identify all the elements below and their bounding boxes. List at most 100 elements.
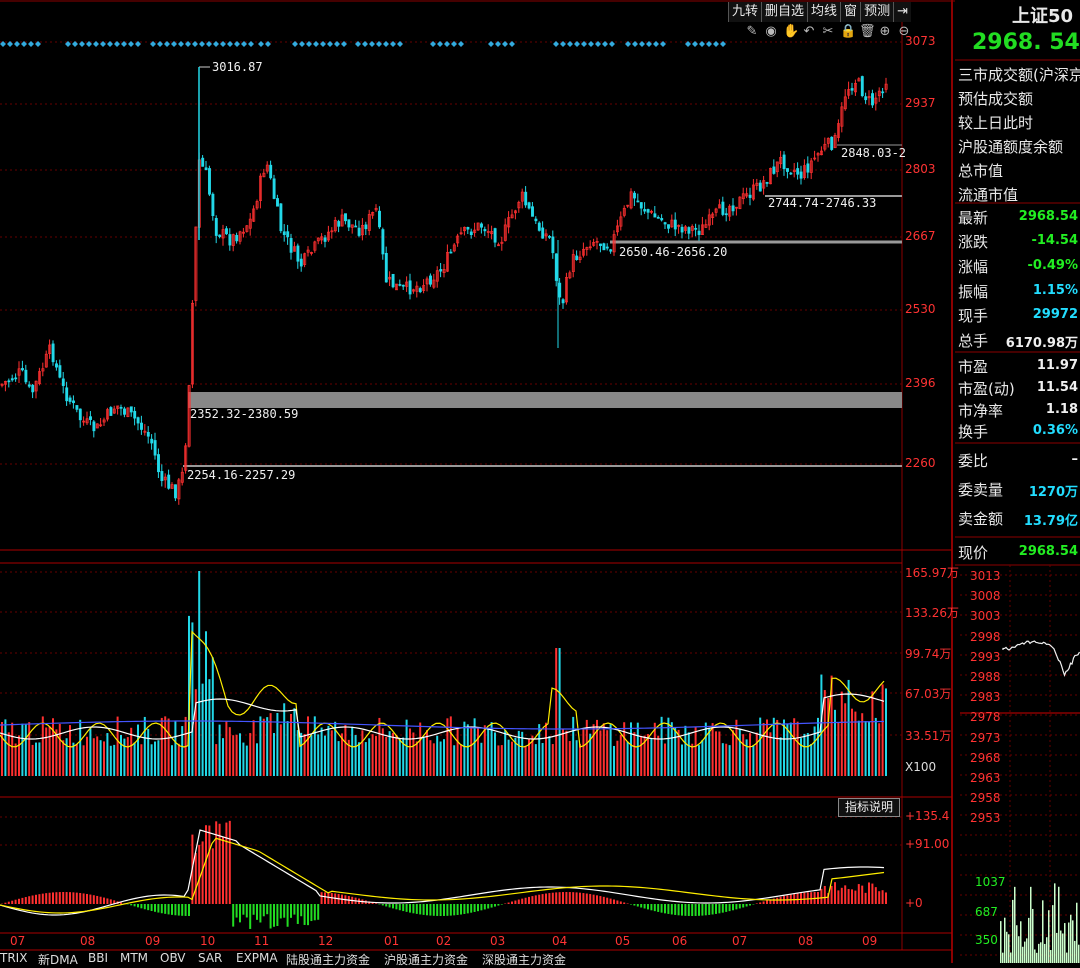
macd-bar — [718, 904, 720, 913]
volume-bar — [178, 744, 180, 776]
signal-diamond — [178, 41, 184, 47]
hand-icon[interactable]: ✋ — [783, 24, 797, 39]
macd-bar — [147, 904, 149, 910]
volume-bar — [202, 684, 204, 776]
toolbar-item[interactable]: 九转 — [728, 2, 761, 22]
volume-bar — [613, 746, 615, 776]
candle — [538, 223, 540, 230]
signal-diamond — [79, 41, 85, 47]
candle — [273, 179, 275, 199]
macd-bar — [633, 904, 635, 906]
volume-bar — [559, 648, 561, 776]
candle — [55, 364, 57, 367]
macd-bar — [589, 894, 591, 904]
volume-bar — [317, 734, 319, 776]
volume-bar — [657, 736, 659, 776]
mini-price-tick: 2968 — [970, 751, 1001, 765]
zoom-in-icon[interactable]: ⊕ — [878, 24, 892, 39]
mini-price-tick: 3003 — [970, 609, 1001, 623]
candle — [797, 168, 799, 174]
volume-bar — [21, 724, 23, 776]
volume-bar — [797, 722, 799, 776]
mini-volume-bar — [1008, 934, 1010, 963]
volume-bar — [72, 743, 74, 776]
toolbar-item[interactable]: 均线 — [807, 2, 840, 22]
macd-bar — [314, 904, 316, 920]
signal-diamond — [227, 41, 233, 47]
macd-bar — [671, 904, 673, 914]
trash-icon[interactable]: 🗑 — [859, 24, 873, 39]
quote-value: 1270万 — [1029, 481, 1078, 500]
quote-label: 市盈 — [958, 356, 988, 377]
candle — [525, 192, 527, 205]
volume-bar — [552, 744, 554, 776]
volume-bar — [854, 712, 856, 776]
eye-icon[interactable]: ◉ — [764, 24, 778, 39]
candle — [494, 229, 496, 243]
toolbar-item[interactable]: 删自选 — [761, 2, 807, 22]
candle — [644, 209, 646, 211]
toolbar-item[interactable]: 窗 — [840, 2, 860, 22]
volume-bar — [718, 732, 720, 776]
candle — [633, 193, 635, 198]
candle — [786, 168, 788, 171]
scissors-icon[interactable]: ✂ — [821, 24, 835, 39]
lock-icon[interactable]: 🔒 — [840, 24, 854, 39]
candle — [59, 366, 61, 378]
volume-bar — [225, 721, 227, 776]
candle — [610, 250, 612, 252]
volume-bar — [86, 737, 88, 776]
quote-label: 涨跌 — [958, 231, 988, 252]
candle — [695, 228, 697, 229]
signal-diamond — [369, 41, 375, 47]
macd-bar — [531, 896, 533, 904]
pen-icon[interactable]: ✎ — [745, 24, 759, 39]
candle — [603, 244, 605, 250]
signal-diamond — [458, 41, 464, 47]
volume-bar — [327, 726, 329, 776]
macd-bar — [491, 904, 493, 908]
volume-tick: 133.26万 — [905, 604, 959, 621]
indicator-tab[interactable]: 深股通主力资金 — [482, 951, 566, 968]
indicator-explain-button[interactable]: 指标说明 — [838, 798, 900, 817]
mini-volume-bar — [1040, 942, 1042, 963]
toolbar-item[interactable]: ⇥ — [893, 2, 911, 22]
macd-bar — [759, 902, 761, 904]
volume-bar — [837, 723, 839, 776]
mini-volume-bar — [1002, 953, 1004, 963]
macd-bar — [151, 904, 153, 911]
volume-bar — [637, 723, 639, 776]
macd-bar — [86, 894, 88, 904]
quote-label: 委卖量 — [958, 479, 1003, 500]
macd-bar — [569, 892, 571, 904]
candle — [871, 94, 873, 105]
indicator-tab[interactable]: 陆股通主力资金 — [286, 951, 370, 968]
macd-bar — [606, 898, 608, 904]
volume-bar — [32, 745, 34, 776]
candle — [219, 235, 221, 237]
candle — [62, 379, 64, 386]
volume-bar — [416, 741, 418, 776]
candle — [542, 228, 544, 238]
quote-value: -14.54 — [1031, 233, 1078, 248]
macd-bar — [45, 893, 47, 904]
indicator-tab[interactable]: 沪股通主力资金 — [384, 951, 468, 968]
macd-bar — [42, 894, 44, 904]
candle — [378, 211, 380, 227]
volume-bar — [208, 679, 210, 776]
volume-bar — [389, 731, 391, 776]
volume-bar — [834, 710, 836, 776]
candle — [548, 236, 550, 237]
macd-bar — [708, 904, 710, 915]
volume-bar — [545, 723, 547, 776]
macd-bar — [528, 897, 530, 904]
volume-bar — [776, 720, 778, 776]
indicator-tab[interactable]: 新DMA — [38, 951, 78, 968]
undo-icon[interactable]: ↶ — [802, 24, 816, 39]
info-label: 三市成交额(沪深京) — [958, 64, 1080, 85]
volume-bar — [667, 718, 669, 776]
candle — [382, 230, 384, 254]
toolbar-item[interactable]: 预测 — [860, 2, 893, 22]
candle — [688, 227, 690, 233]
price-tick: 2396 — [905, 376, 936, 390]
